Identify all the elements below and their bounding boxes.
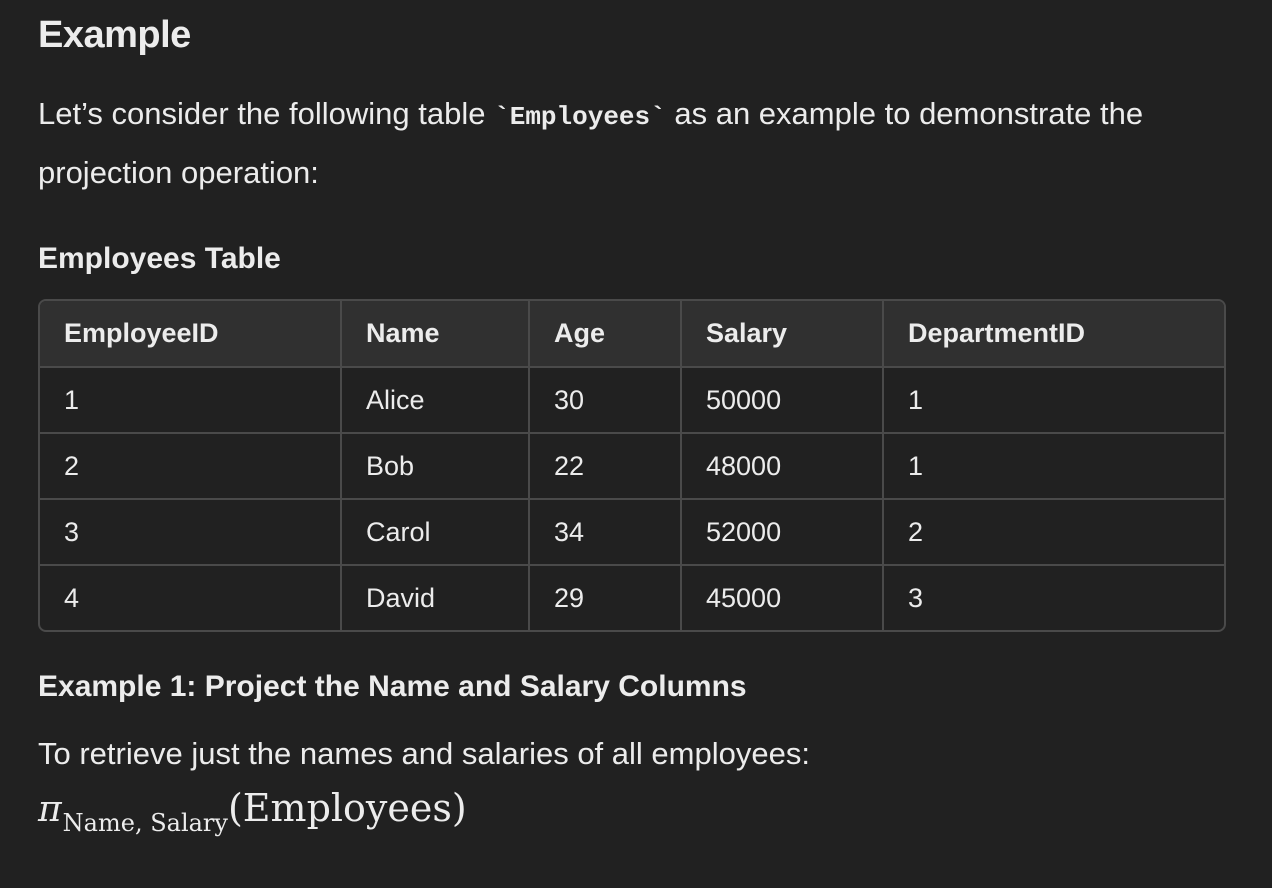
cell-salary: 50000 (681, 367, 884, 434)
cell-name: Bob (341, 433, 530, 500)
header-employeeid: EmployeeID (40, 301, 342, 368)
cell-salary: 52000 (681, 499, 884, 566)
formula-argument: (Employees) (227, 786, 467, 830)
projection-formula: πName, Salary(Employees) (38, 786, 467, 837)
cell-departmentid: 2 (883, 499, 1224, 566)
cell-employeeid: 3 (40, 499, 342, 566)
table-row: 3 Carol 34 52000 2 (40, 499, 1224, 566)
cell-name: Carol (341, 499, 530, 566)
cell-departmentid: 1 (883, 433, 1224, 500)
cell-employeeid: 2 (40, 433, 342, 500)
cell-employeeid: 4 (40, 565, 342, 630)
intro-text-before: Let’s consider the following table (38, 96, 495, 131)
section-heading: Example (38, 14, 191, 56)
cell-departmentid: 3 (908, 582, 924, 613)
cell-salary: 48000 (681, 433, 884, 500)
formula-subscript: Name, Salary (62, 809, 228, 837)
cell-name: David (341, 565, 530, 630)
cell-age: 30 (529, 367, 682, 434)
header-name: Name (341, 301, 530, 368)
cell-age: 34 (529, 499, 682, 566)
pi-symbol: π (38, 789, 62, 830)
cell-salary: 45000 (681, 565, 884, 630)
cell-name: Alice (341, 367, 530, 434)
cell-employeeid: 1 (40, 367, 342, 434)
header-salary: Salary (681, 301, 884, 368)
table-title: Employees Table (38, 242, 281, 275)
cell-age: 29 (529, 565, 682, 630)
cell-departmentid: 1 (883, 367, 1224, 434)
table-row: 2 Bob 22 48000 1 (40, 433, 1224, 500)
inline-code-employees: `Employees` (494, 102, 666, 132)
table-row: 4 David 29 45000 3 (40, 565, 1224, 630)
header-departmentid: DepartmentID (883, 301, 1224, 368)
table-row: 1 Alice 30 50000 1 (40, 367, 1224, 434)
example-1-text: To retrieve just the names and salaries … (38, 736, 810, 771)
intro-paragraph: Let’s consider the following table `Empl… (38, 86, 1230, 201)
employees-table: EmployeeID Name Age Salary DepartmentID … (38, 299, 1226, 632)
table-header-row: EmployeeID Name Age Salary DepartmentID (40, 301, 1224, 368)
cell-age: 22 (529, 433, 682, 500)
header-age: Age (529, 301, 682, 368)
example-1-heading: Example 1: Project the Name and Salary C… (38, 670, 747, 703)
